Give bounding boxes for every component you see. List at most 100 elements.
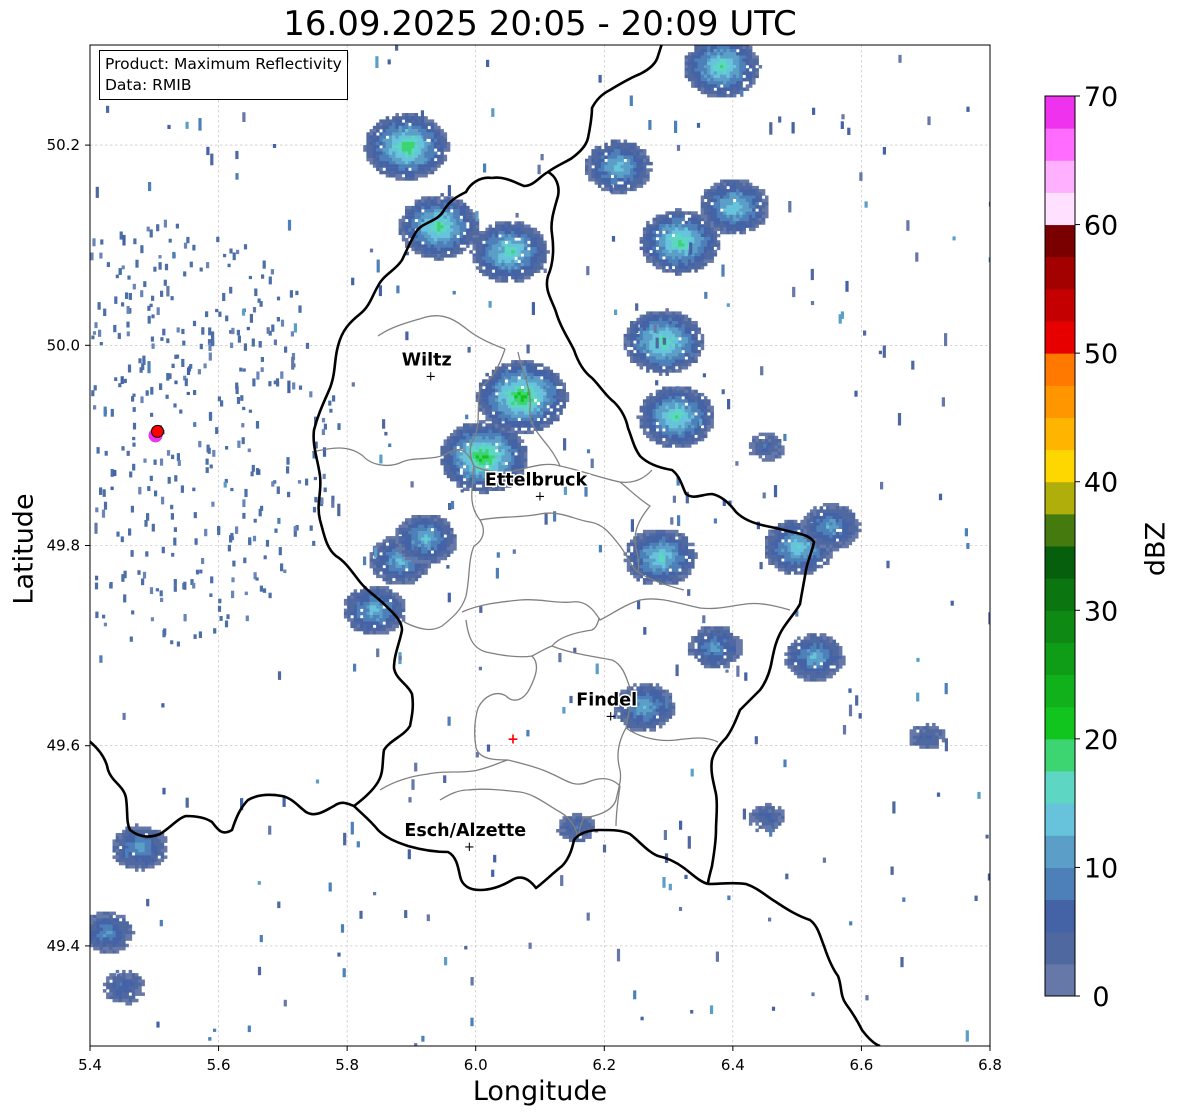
reflectivity-pixel xyxy=(642,558,647,563)
reflectivity-pixel xyxy=(414,524,419,529)
reflectivity-pixel xyxy=(707,214,711,219)
reflectivity-pixel xyxy=(826,668,830,672)
reflectivity-pixel xyxy=(504,439,509,443)
reflectivity-pixel xyxy=(385,611,390,616)
reflectivity-pixel xyxy=(681,230,685,235)
reflectivity-pixel xyxy=(646,705,650,710)
reflectivity-pixel xyxy=(363,595,367,600)
reflectivity-pixel xyxy=(832,528,837,533)
reflectivity-pixel xyxy=(135,992,139,996)
reflectivity-pixel xyxy=(745,218,750,222)
reflectivity-pixel xyxy=(726,642,730,646)
reflectivity-pixel xyxy=(543,369,547,374)
reflectivity-pixel xyxy=(353,598,358,603)
reflectivity-pixel xyxy=(556,401,560,406)
reflectivity-pixel xyxy=(681,214,685,219)
reflectivity-pixel xyxy=(678,269,682,273)
reflectivity-pixel xyxy=(684,249,689,254)
reflectivity-pixel xyxy=(723,211,727,216)
reflectivity-pixel xyxy=(514,382,518,387)
reflectivity-pixel xyxy=(716,629,721,634)
reflectivity-pixel xyxy=(710,185,714,190)
reflectivity-pixel xyxy=(533,395,538,399)
reflectivity-pixel xyxy=(96,927,100,932)
reflectivity-pixel xyxy=(736,211,740,216)
reflectivity-pixel xyxy=(697,240,702,244)
reflectivity-pixel xyxy=(694,321,698,325)
reflectivity-pixel xyxy=(777,558,782,562)
reflectivity-pixel xyxy=(822,541,827,546)
reflectivity-pixel xyxy=(720,632,724,637)
reflectivity-pixel xyxy=(713,645,718,650)
reflectivity-pixel xyxy=(678,349,682,354)
reflectivity-pixel xyxy=(665,259,669,263)
reflectivity-pixel xyxy=(646,327,650,332)
reflectivity-pixel xyxy=(382,545,387,550)
reflectivity-pixel xyxy=(626,165,631,169)
reflectivity-pixel xyxy=(562,382,567,387)
reflectivity-pixel xyxy=(472,449,477,453)
reflectivity-pixel xyxy=(649,366,653,370)
reflectivity-pixel xyxy=(919,735,923,740)
reflectivity-pixel xyxy=(385,571,390,575)
reflectivity-pixel xyxy=(687,343,692,348)
reflectivity-pixel xyxy=(803,548,808,553)
reflectivity-pixel xyxy=(379,621,383,625)
reflectivity-pixel xyxy=(112,921,117,925)
reflectivity-pixel xyxy=(655,434,660,439)
reflectivity-pixel xyxy=(501,366,505,371)
reflectivity-pixel xyxy=(694,415,698,419)
reflectivity-pixel xyxy=(501,376,505,380)
reflectivity-pixel xyxy=(700,626,705,630)
reflectivity-pixel xyxy=(697,431,702,435)
reflectivity-pixel xyxy=(655,392,660,397)
reflectivity-pixel xyxy=(675,227,679,231)
reflectivity-pixel xyxy=(800,542,804,546)
reflectivity-pixel xyxy=(446,436,451,440)
reflectivity-pixel xyxy=(822,528,827,533)
reflectivity-pixel xyxy=(729,211,734,216)
reflectivity-pixel xyxy=(147,861,152,866)
reflectivity-pixel xyxy=(697,639,702,643)
reflectivity-pixel xyxy=(450,468,454,472)
reflectivity-pixel xyxy=(466,458,470,463)
reflectivity-pixel xyxy=(681,402,685,407)
reflectivity-pixel xyxy=(125,934,129,938)
reflectivity-pixel xyxy=(681,321,685,325)
reflectivity-pixel xyxy=(437,560,441,564)
reflectivity-pixel xyxy=(665,689,669,694)
reflectivity-pixel xyxy=(372,608,377,613)
reflectivity-pixel xyxy=(700,253,705,257)
reflectivity-pixel xyxy=(488,452,493,456)
reflectivity-pixel xyxy=(649,346,653,351)
reflectivity-pixel xyxy=(649,233,653,238)
reflectivity-pixel xyxy=(678,359,682,364)
reflectivity-pixel xyxy=(662,444,666,448)
reflectivity-pixel xyxy=(752,208,756,212)
reflectivity-pixel xyxy=(642,565,647,569)
reflectivity-pixel xyxy=(491,426,496,431)
reflectivity-pixel xyxy=(498,455,502,459)
reflectivity-pixel xyxy=(154,852,158,856)
reflectivity-pixel xyxy=(93,946,97,951)
reflectivity-pixel xyxy=(511,392,515,396)
reflectivity-pixel xyxy=(665,402,669,407)
reflectivity-pixel xyxy=(810,658,814,663)
reflectivity-pixel xyxy=(356,618,361,622)
reflectivity-pixel xyxy=(469,429,473,434)
reflectivity-pixel xyxy=(649,327,653,332)
reflectivity-pixel xyxy=(501,392,505,396)
reflectivity-pixel xyxy=(109,911,113,916)
reflectivity-pixel xyxy=(681,356,685,360)
reflectivity-pixel xyxy=(691,409,695,413)
reflectivity-pixel xyxy=(729,648,734,653)
reflectivity-pixel xyxy=(665,715,669,719)
reflectivity-pixel xyxy=(662,708,666,713)
reflectivity-pixel xyxy=(115,914,120,919)
reflectivity-pixel xyxy=(684,333,689,338)
reflectivity-pixel xyxy=(912,742,917,746)
reflectivity-pixel xyxy=(401,553,406,558)
reflectivity-pixel xyxy=(742,221,747,225)
reflectivity-pixel xyxy=(838,506,843,510)
reflectivity-pixel xyxy=(671,353,676,357)
